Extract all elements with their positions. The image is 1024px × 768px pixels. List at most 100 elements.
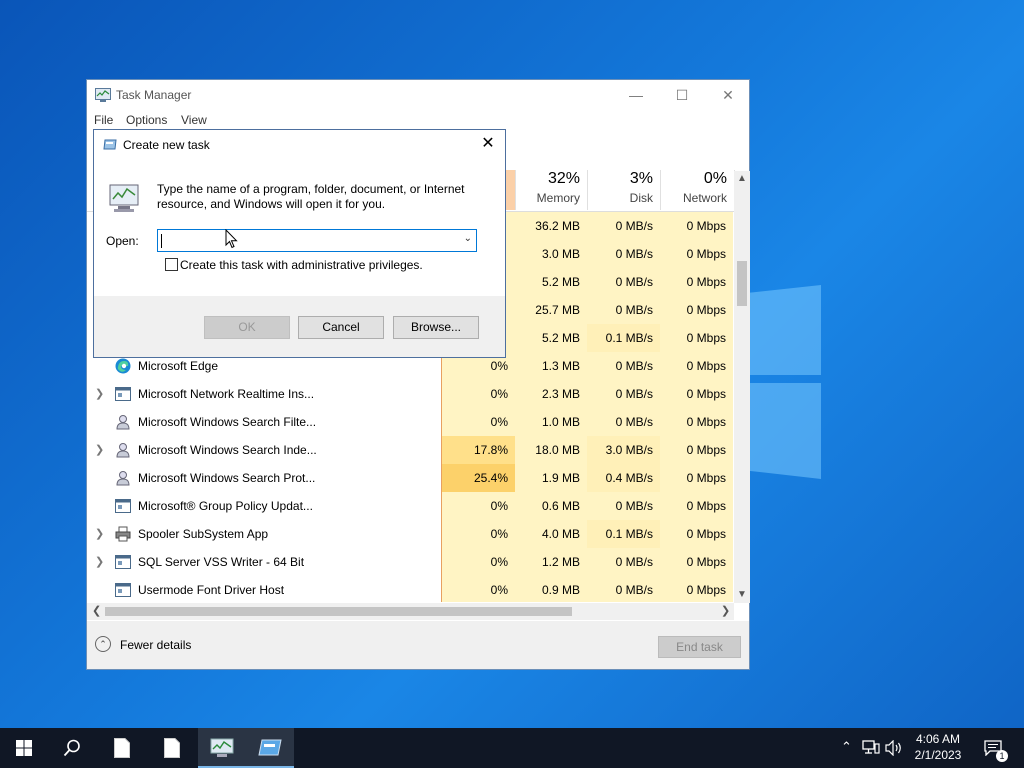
expand-chevron-icon[interactable]: ❯: [95, 555, 104, 568]
task-manager-footer: ⌃ Fewer details End task: [87, 621, 749, 669]
column-header-memory[interactable]: 32% Memory: [515, 170, 587, 210]
menu-file[interactable]: File: [94, 113, 113, 127]
expand-chevron-icon[interactable]: ❯: [95, 443, 104, 456]
memory-cell: 1.2 MB: [515, 548, 587, 576]
show-hidden-icons-button[interactable]: ⌃: [838, 728, 856, 768]
task-manager-title-bar[interactable]: Task Manager — ☐ ✕: [87, 80, 749, 110]
app-window-icon: [115, 582, 131, 598]
disk-cell: 0 MB/s: [587, 352, 660, 380]
volume-tray-button[interactable]: [884, 728, 904, 768]
disk-cell: 0 MB/s: [587, 408, 660, 436]
taskbar-app-run[interactable]: [246, 728, 294, 768]
taskbar-app-task-manager[interactable]: [198, 728, 246, 768]
scroll-down-icon[interactable]: ▼: [737, 589, 747, 600]
network-cell: 0 Mbps: [660, 296, 733, 324]
menu-options[interactable]: Options: [126, 113, 167, 127]
network-cell: 0 Mbps: [660, 240, 733, 268]
open-input[interactable]: [162, 232, 452, 249]
scroll-left-icon[interactable]: ❮: [92, 604, 101, 617]
horizontal-scrollbar[interactable]: ❮ ❯: [87, 603, 734, 620]
disk-cell: 0 MB/s: [587, 212, 660, 240]
disk-cell: 0 MB/s: [587, 268, 660, 296]
browse-button[interactable]: Browse...: [393, 316, 479, 339]
app-window-icon: [115, 554, 131, 570]
process-name: Microsoft Windows Search Prot...: [138, 471, 316, 485]
taskbar-app-document-1[interactable]: [98, 728, 146, 768]
vertical-scroll-thumb[interactable]: [737, 261, 747, 306]
scroll-right-icon[interactable]: ❯: [721, 604, 730, 617]
expand-chevron-icon[interactable]: ❯: [95, 387, 104, 400]
clock-date: 2/1/2023: [914, 748, 962, 762]
table-row[interactable]: Microsoft Windows Search Filte... 0% 1.0 M…: [87, 408, 735, 436]
task-manager-large-icon: [109, 184, 139, 212]
memory-column-label: Memory: [536, 191, 580, 205]
cpu-cell: 0%: [442, 520, 515, 548]
memory-cell: 2.3 MB: [515, 380, 587, 408]
menu-view[interactable]: View: [181, 113, 207, 127]
memory-cell: 18.0 MB: [515, 436, 587, 464]
dialog-close-button[interactable]: ✕: [477, 133, 499, 155]
dialog-title-bar[interactable]: Create new task ✕: [94, 130, 505, 160]
memory-cell: 5.2 MB: [515, 268, 587, 296]
disk-cell: 0 MB/s: [587, 548, 660, 576]
table-row[interactable]: ❯ SQL Server VSS Writer - 64 Bit 0% 1.2 MB 0…: [87, 548, 735, 576]
taskbar-app-document-2[interactable]: [148, 728, 196, 768]
cpu-cell: 0%: [442, 576, 515, 602]
volume-icon: [885, 740, 901, 756]
table-row[interactable]: ❯ Spooler SubSystem App 0% 4.0 MB 0.1 MB/s 0 …: [87, 520, 735, 548]
memory-cell: 1.3 MB: [515, 352, 587, 380]
memory-cell: 0.9 MB: [515, 576, 587, 602]
disk-column-label: Disk: [629, 191, 653, 205]
table-row[interactable]: ❯ Microsoft Windows Search Inde... 17.8% 18…: [87, 436, 735, 464]
network-icon: [862, 740, 880, 754]
edge-icon: [115, 358, 131, 374]
disk-cell: 0 MB/s: [587, 380, 660, 408]
network-column-label: Network: [682, 191, 727, 205]
scroll-up-icon[interactable]: ▲: [737, 173, 747, 184]
action-center-button[interactable]: 1: [978, 728, 1010, 768]
dialog-description: Type the name of a program, folder, docu…: [157, 182, 465, 211]
memory-total-percent: 32%: [547, 170, 580, 187]
maximize-button[interactable]: ☐: [659, 80, 705, 110]
task-manager-title: Task Manager: [116, 88, 192, 102]
vertical-scrollbar[interactable]: ▲ ▼: [734, 171, 750, 603]
admin-privileges-label[interactable]: Create this task with administrative pri…: [180, 258, 423, 272]
table-row[interactable]: Microsoft® Group Policy Updat... 0% 0.6 MB…: [87, 492, 735, 520]
ok-button[interactable]: OK: [204, 316, 290, 339]
chevron-up-icon: ⌃: [841, 739, 852, 754]
end-task-button[interactable]: End task: [658, 636, 741, 658]
taskbar-search-button[interactable]: [48, 728, 96, 768]
network-cell: 0 Mbps: [660, 436, 733, 464]
network-cell: 0 Mbps: [660, 548, 733, 576]
open-combobox[interactable]: ⌄: [157, 229, 477, 252]
network-cell: 0 Mbps: [660, 464, 733, 492]
table-row[interactable]: Microsoft Windows Search Prot... 25.4% 1.9…: [87, 464, 735, 492]
clock-time: 4:06 AM: [915, 732, 961, 746]
close-button[interactable]: ✕: [705, 80, 751, 110]
expand-chevron-icon[interactable]: ❯: [95, 527, 104, 540]
chevron-down-icon[interactable]: ⌄: [464, 233, 472, 244]
network-cell: 0 Mbps: [660, 408, 733, 436]
printer-icon: [115, 526, 131, 542]
taskbar-clock[interactable]: 4:06 AM 2/1/2023: [905, 731, 971, 763]
network-cell: 0 Mbps: [660, 380, 733, 408]
process-name: Spooler SubSystem App: [138, 527, 269, 541]
memory-cell: 0.6 MB: [515, 492, 587, 520]
horizontal-scroll-thumb[interactable]: [105, 607, 572, 616]
search-service-icon: [115, 442, 131, 458]
minimize-button[interactable]: —: [613, 80, 659, 110]
start-button[interactable]: [0, 728, 48, 768]
table-row[interactable]: Usermode Font Driver Host 0% 0.9 MB 0 MB/s 0…: [87, 576, 735, 602]
column-header-disk[interactable]: 3% Disk: [587, 170, 660, 210]
process-name: SQL Server VSS Writer - 64 Bit: [138, 555, 305, 569]
chevron-up-icon: ⌃: [95, 636, 111, 652]
admin-privileges-checkbox[interactable]: [165, 258, 178, 271]
cancel-button[interactable]: Cancel: [298, 316, 384, 339]
column-header-network[interactable]: 0% Network: [660, 170, 734, 210]
task-manager-icon: [95, 88, 111, 102]
network-tray-button[interactable]: [860, 728, 882, 768]
network-cell: 0 Mbps: [660, 352, 733, 380]
table-row[interactable]: ❯ Microsoft Network Realtime Ins... 0% 2.3 …: [87, 380, 735, 408]
network-cell: 0 Mbps: [660, 212, 733, 240]
mouse-pointer-icon: [225, 229, 238, 249]
